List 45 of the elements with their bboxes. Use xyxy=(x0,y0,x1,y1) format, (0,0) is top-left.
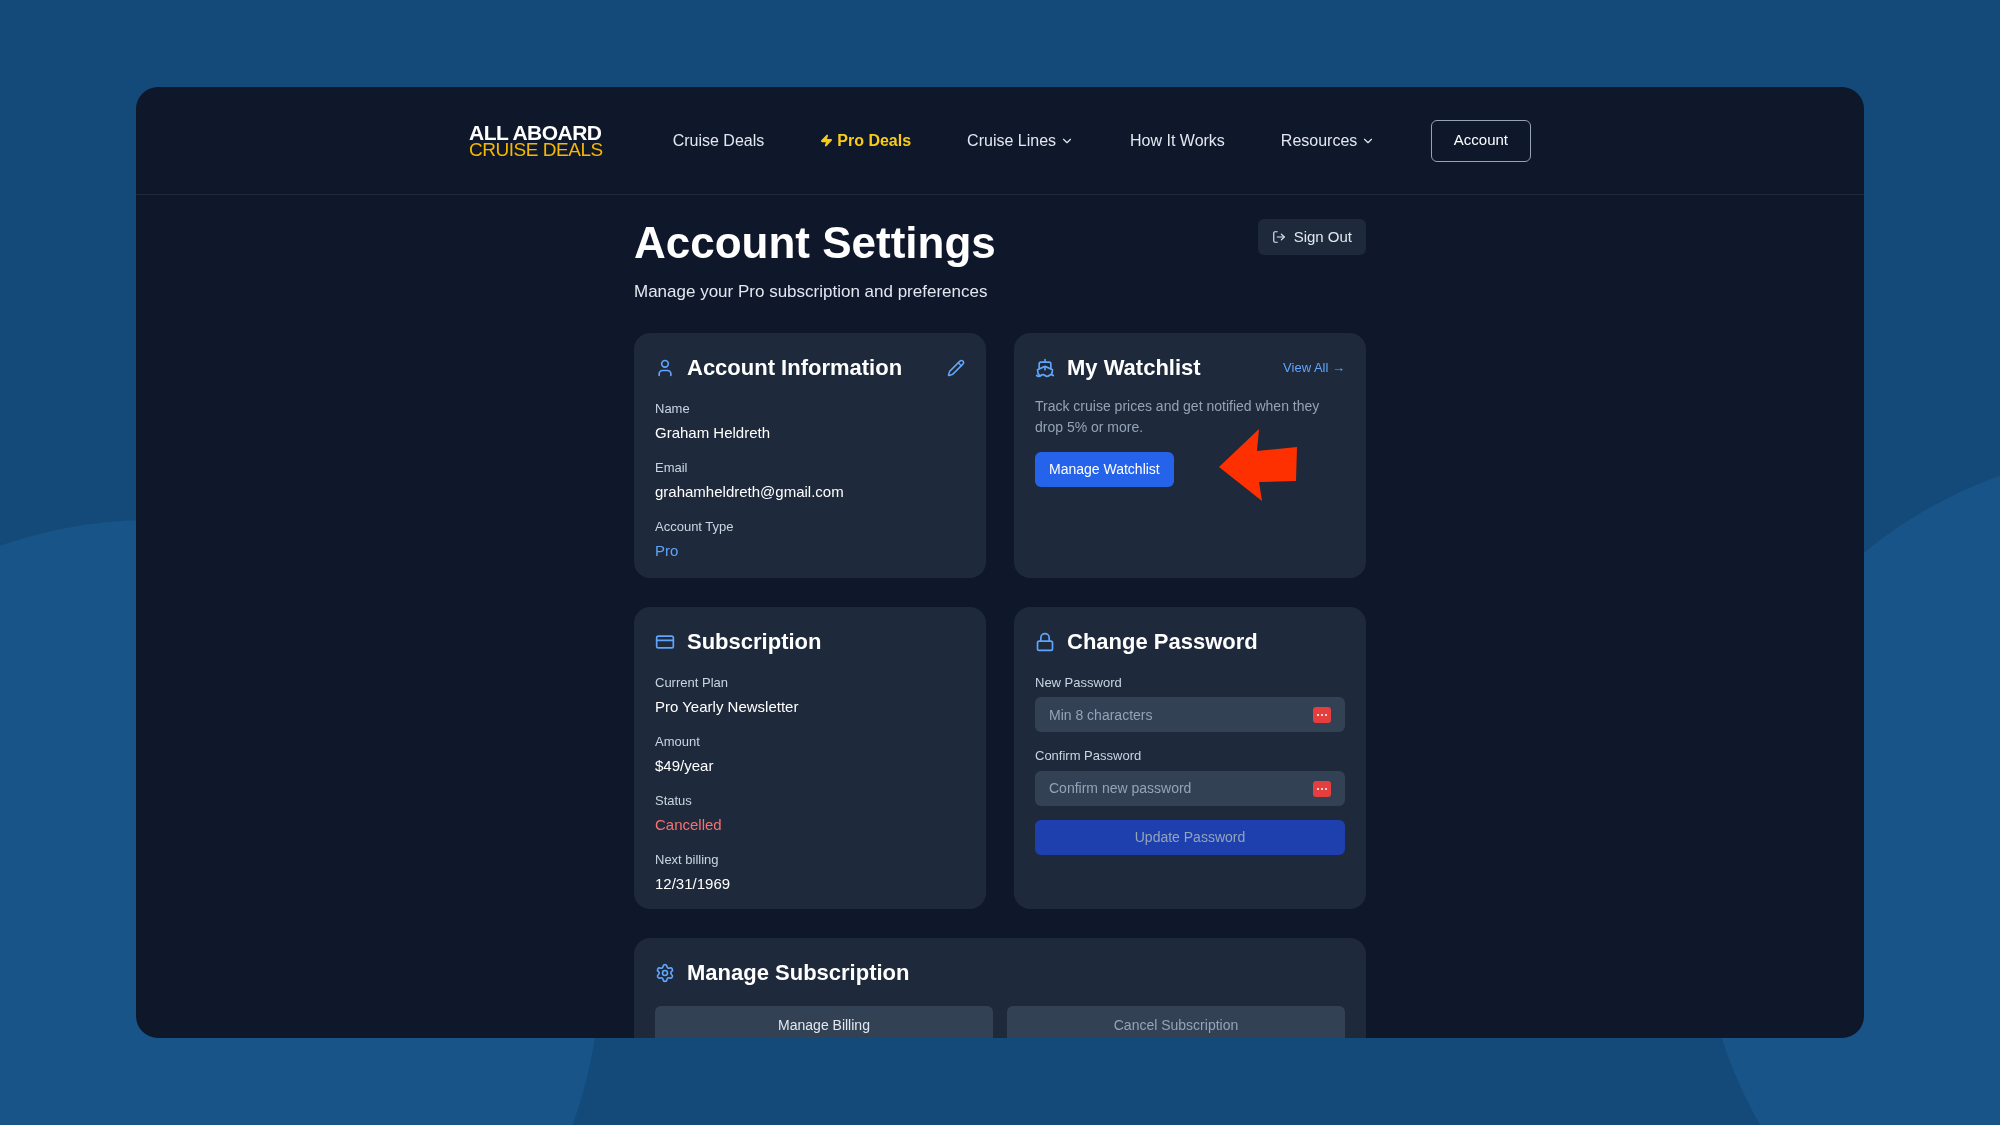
field-label: Status xyxy=(655,791,693,810)
settings-icon xyxy=(655,962,675,983)
password-manager-icon[interactable] xyxy=(1313,707,1331,723)
field-label: Account Type xyxy=(655,517,735,536)
field-value: grahamheldreth@gmail.com xyxy=(655,482,845,502)
subscription-action-button[interactable]: Manage Billing xyxy=(655,1005,993,1038)
field-label: Amount xyxy=(655,732,701,751)
ship-icon xyxy=(1035,357,1055,378)
nav-link[interactable]: Resources xyxy=(1280,128,1376,153)
view-all-link[interactable]: View All → xyxy=(1283,357,1345,378)
card-title: Change Password xyxy=(1067,627,1258,656)
nav-link[interactable]: Cruise Lines xyxy=(967,128,1075,153)
card-title: Subscription xyxy=(687,627,822,656)
field-value: Pro xyxy=(655,541,680,561)
page-title: Account Settings xyxy=(634,217,996,269)
password-field[interactable]: Min 8 characters xyxy=(1035,697,1345,732)
field-label: Confirm Password xyxy=(1035,747,1143,765)
logo[interactable]: ALL ABOARD CRUISE DEALS xyxy=(469,123,603,158)
field-label: Current Plan xyxy=(655,673,729,692)
password-field[interactable]: Confirm new password xyxy=(1035,770,1345,806)
field-value: Cancelled xyxy=(655,815,723,835)
account-button[interactable]: Account xyxy=(1430,119,1531,162)
page-subtitle: Manage your Pro subscription and preferences xyxy=(634,281,989,303)
field-value: Graham Heldreth xyxy=(655,423,772,443)
edit-icon[interactable] xyxy=(947,358,965,377)
lock-icon xyxy=(1035,631,1055,652)
field-value: Pro Yearly Newsletter xyxy=(655,697,800,717)
field-label: New Password xyxy=(1035,673,1123,692)
sign-out-button[interactable]: Sign Out xyxy=(1257,219,1366,255)
field-value: 12/31/1969 xyxy=(655,874,732,894)
nav-link[interactable]: Cruise Deals xyxy=(672,128,765,153)
field-value: $49/year xyxy=(655,756,715,776)
card-title: Account Information xyxy=(687,353,903,382)
user-icon xyxy=(655,357,675,378)
field-label: Name xyxy=(655,399,691,418)
nav-link[interactable]: Pro Deals xyxy=(820,128,912,153)
watchlist-description: Track cruise prices and get notified when they drop 5% or more. xyxy=(1035,396,1321,437)
bolt-icon xyxy=(820,134,834,147)
card-title: Manage Subscription xyxy=(687,958,910,987)
field-label: Email xyxy=(655,458,689,477)
field-label: Next billing xyxy=(655,850,720,869)
manage-watchlist-button[interactable]: Manage Watchlist xyxy=(1035,451,1174,487)
sign-out-icon xyxy=(1271,230,1286,244)
nav-link[interactable]: How It Works xyxy=(1130,128,1225,153)
card-title: My Watchlist xyxy=(1067,353,1201,382)
